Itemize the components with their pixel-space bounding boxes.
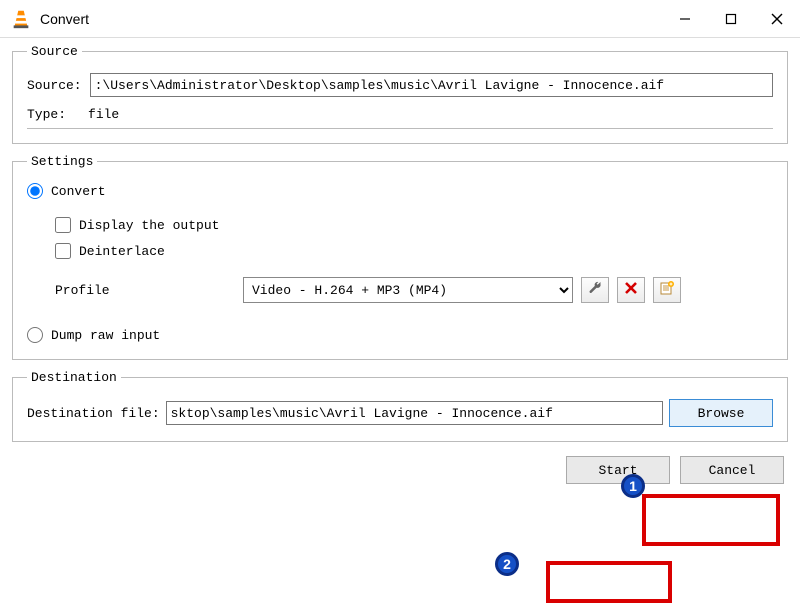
profile-label: Profile <box>55 283 235 298</box>
browse-button[interactable]: Browse <box>669 399 773 427</box>
deinterlace-label: Deinterlace <box>79 244 165 259</box>
source-separator <box>27 128 773 129</box>
display-output-checkbox[interactable] <box>55 217 71 233</box>
display-output-label: Display the output <box>79 218 219 233</box>
settings-legend: Settings <box>27 154 97 169</box>
maximize-button[interactable] <box>708 0 754 38</box>
profile-select[interactable]: Video - H.264 + MP3 (MP4) <box>243 277 573 303</box>
delete-profile-button[interactable] <box>617 277 645 303</box>
convert-label: Convert <box>51 184 106 199</box>
deinterlace-checkbox[interactable] <box>55 243 71 259</box>
source-group: Source Source: Type: file <box>12 44 788 144</box>
vlc-icon <box>10 8 32 30</box>
minimize-button[interactable] <box>662 0 708 38</box>
new-profile-icon <box>659 280 675 300</box>
start-button[interactable]: Start <box>566 456 670 484</box>
convert-radio[interactable] <box>27 183 43 199</box>
source-label: Source: <box>27 78 82 93</box>
x-red-icon <box>624 281 638 299</box>
annotation-badge-2: 2 <box>495 552 519 576</box>
new-profile-button[interactable] <box>653 277 681 303</box>
source-legend: Source <box>27 44 82 59</box>
destination-label: Destination file: <box>27 406 160 421</box>
cancel-button[interactable]: Cancel <box>680 456 784 484</box>
type-label: Type: <box>27 107 66 122</box>
wrench-icon <box>587 280 603 300</box>
annotation-box-browse <box>642 494 780 546</box>
type-value: file <box>88 107 119 122</box>
dump-raw-label: Dump raw input <box>51 328 160 343</box>
close-button[interactable] <box>754 0 800 38</box>
annotation-box-start <box>546 561 672 603</box>
dump-raw-radio[interactable] <box>27 327 43 343</box>
edit-profile-button[interactable] <box>581 277 609 303</box>
source-path-input[interactable] <box>90 73 773 97</box>
window-title: Convert <box>40 11 662 27</box>
destination-group: Destination Destination file: Browse <box>12 370 788 442</box>
destination-path-input[interactable] <box>166 401 663 425</box>
settings-group: Settings Convert Display the output Dein… <box>12 154 788 360</box>
destination-legend: Destination <box>27 370 121 385</box>
